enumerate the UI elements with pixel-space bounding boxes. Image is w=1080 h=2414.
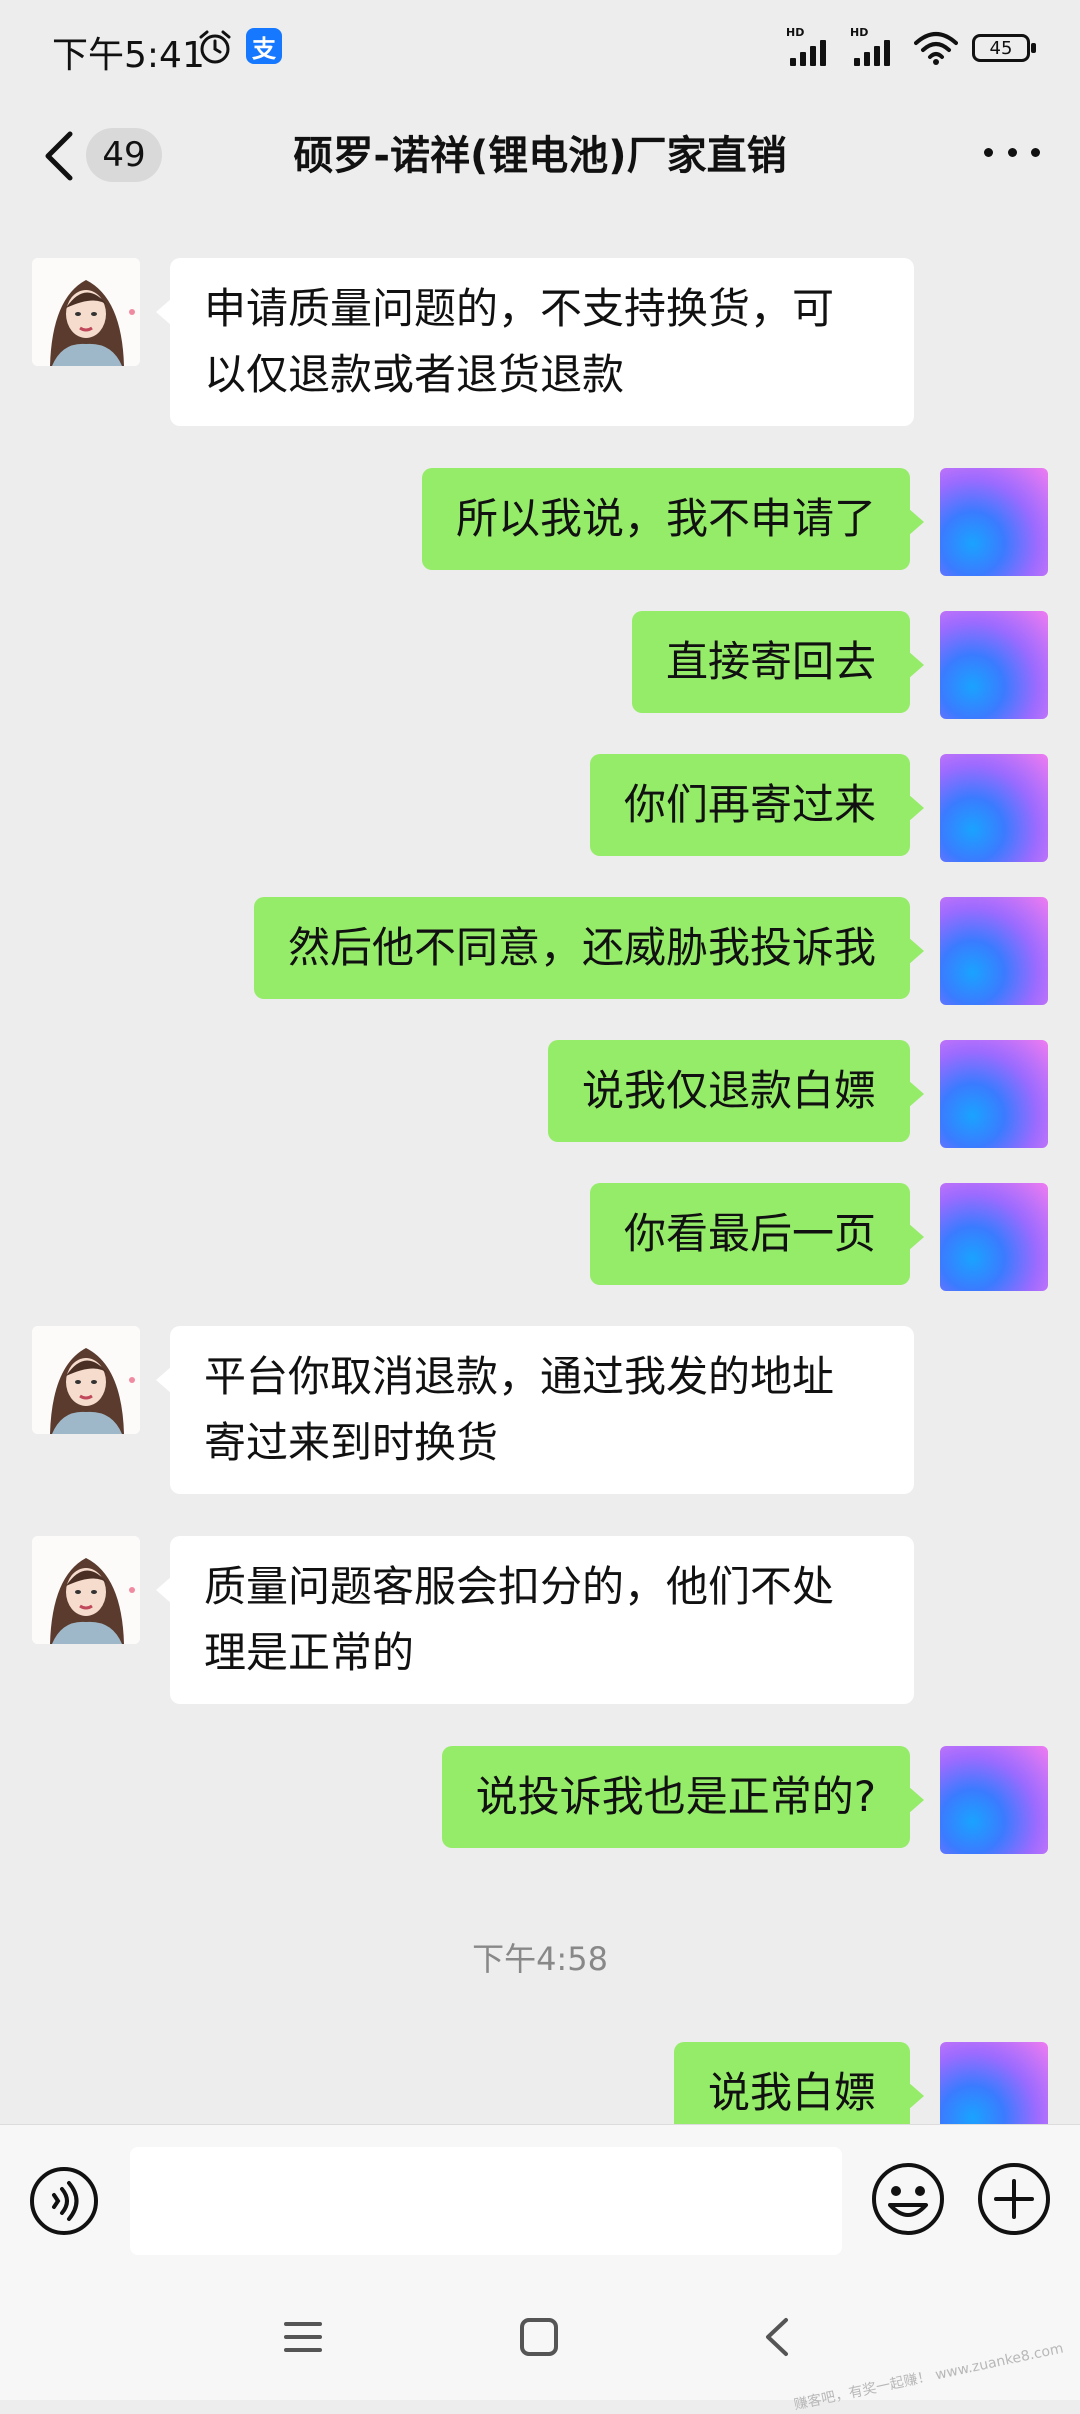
back-arrow-icon[interactable] (40, 128, 80, 184)
message-bubble-outgoing[interactable]: 你们再寄过来 (589, 754, 925, 856)
message-text: 质量问题客服会扣分的，他们不处 (204, 1562, 835, 1611)
message-bubble-outgoing[interactable]: 直接寄回去 (631, 611, 925, 713)
message-timestamp: 下午4:58 (472, 1940, 608, 1978)
status-time: 下午5:41 (52, 35, 205, 76)
alarm-icon (199, 30, 231, 64)
message-text: 直接寄回去 (665, 637, 876, 686)
message-text: 申请质量问题的，不支持换货，可 (204, 284, 835, 333)
message-text: 然后他不同意，还威胁我投诉我 (287, 923, 876, 972)
message-text: 平台你取消退款，通过我发的地址 (204, 1352, 835, 1401)
wifi-icon (914, 32, 958, 65)
message-text: 说我仅退款白嫖 (581, 1066, 876, 1115)
message-bubble-outgoing[interactable]: 所以我说，我不申请了 (421, 468, 925, 570)
recent-apps-icon[interactable] (280, 2314, 326, 2360)
emoji-icon[interactable] (870, 2161, 946, 2237)
message-bubble-outgoing[interactable]: 说我白嫖 (673, 2042, 925, 2124)
message-bubble-incoming[interactable]: 申请质量问题的，不支持换货，可 以仅退款或者退货退款 (156, 258, 914, 426)
unread-count-badge[interactable]: 49 (86, 128, 162, 182)
chat-header: 49 硕罗-诺祥(锂电池)厂家直销 (0, 100, 1080, 212)
signal-hd-label: HD (786, 26, 805, 39)
status-bar: 下午5:41 支 HD HD 45 (0, 0, 1080, 100)
chat-title: 硕罗-诺祥(锂电池)厂家直销 (293, 133, 787, 179)
message-text: 理是正常的 (204, 1628, 415, 1677)
message-text: 你看最后一页 (623, 1209, 876, 1258)
message-bubble-incoming[interactable]: 质量问题客服会扣分的，他们不处 理是正常的 (156, 1536, 914, 1704)
home-icon[interactable] (516, 2314, 562, 2360)
signal-icon: HD (786, 26, 836, 66)
contact-avatar[interactable] (32, 1326, 140, 1434)
plus-icon[interactable] (976, 2161, 1052, 2237)
my-avatar[interactable] (940, 611, 1048, 719)
voice-input-icon[interactable] (28, 2165, 100, 2237)
my-avatar[interactable] (940, 468, 1048, 576)
message-bubble-outgoing[interactable]: 你看最后一页 (589, 1183, 925, 1285)
message-bubble-outgoing[interactable]: 说我仅退款白嫖 (547, 1040, 925, 1142)
my-avatar[interactable] (940, 1183, 1048, 1291)
input-bar (0, 2124, 1080, 2277)
alipay-icon: 支 (246, 28, 282, 64)
message-bubble-outgoing[interactable]: 然后他不同意，还威胁我投诉我 (253, 897, 925, 999)
message-text: 说投诉我也是正常的? (475, 1772, 876, 1821)
message-text: 以仅退款或者退货退款 (204, 350, 625, 399)
contact-avatar[interactable] (32, 258, 140, 366)
message-text: 说我白嫖 (707, 2068, 876, 2117)
watermark: 赚客吧，有奖一起赚！ www.zuanke8.com (792, 2340, 1065, 2414)
message-bubble-incoming[interactable]: 平台你取消退款，通过我发的地址 寄过来到时换货 (156, 1326, 914, 1494)
my-avatar[interactable] (940, 1040, 1048, 1148)
signal-hd-label-2: HD (850, 26, 869, 39)
message-text: 你们再寄过来 (623, 780, 876, 829)
signal-icon-2: HD (850, 26, 900, 66)
contact-avatar[interactable] (32, 1536, 140, 1644)
message-list[interactable]: 申请质量问题的，不支持换货，可 以仅退款或者退货退款 所以我说，我不申请了 直接… (0, 212, 1080, 2124)
my-avatar[interactable] (940, 897, 1048, 1005)
system-nav-bar: 赚客吧，有奖一起赚！ www.zuanke8.com (0, 2276, 1080, 2413)
my-avatar[interactable] (940, 2042, 1048, 2124)
more-options-icon[interactable] (984, 142, 1040, 162)
nav-back-icon[interactable] (756, 2314, 802, 2360)
message-text: 寄过来到时换货 (204, 1418, 499, 1467)
message-input[interactable] (130, 2147, 842, 2255)
my-avatar[interactable] (940, 1746, 1048, 1854)
my-avatar[interactable] (940, 754, 1048, 862)
message-text: 所以我说，我不申请了 (455, 494, 876, 543)
battery-indicator: 45 (972, 34, 1036, 62)
message-bubble-outgoing[interactable]: 说投诉我也是正常的? (441, 1746, 925, 1848)
